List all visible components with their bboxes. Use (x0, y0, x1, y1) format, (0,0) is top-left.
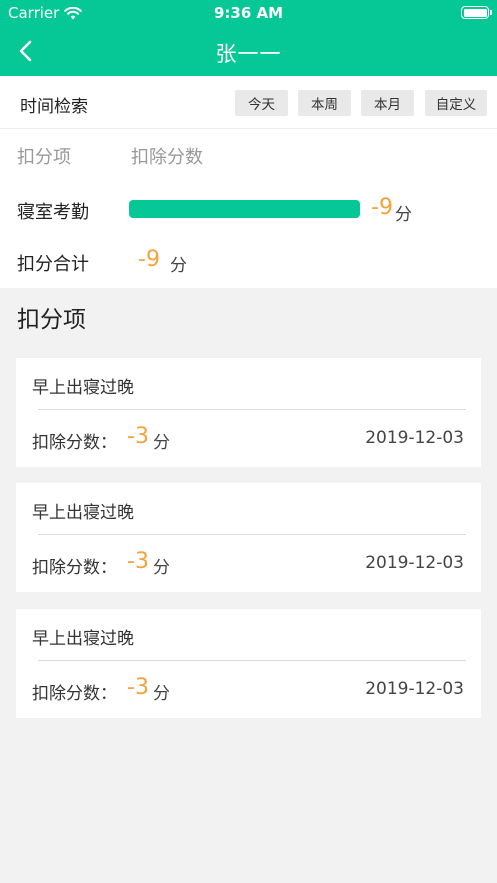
record-deduction-unit: 分 (153, 684, 170, 704)
record-deduction-unit: 分 (153, 558, 170, 578)
deduction-summary: 扣分项 扣除分数 寝室考勤 -9 分 扣分合计 -9 分 (0, 129, 497, 288)
record-deduction-value: -3 (127, 549, 149, 574)
category-label: 寝室考勤 (17, 202, 89, 223)
record-date: 2019-12-03 (365, 553, 464, 573)
deduction-record-card[interactable]: 早上出寝过晚 扣除分数： -3 分 2019-12-03 (16, 483, 481, 592)
deduction-record-card[interactable]: 早上出寝过晚 扣除分数： -3 分 2019-12-03 (16, 609, 481, 718)
filter-week-button[interactable]: 本周 (298, 90, 351, 116)
record-deduction-value: -3 (127, 675, 149, 700)
record-date: 2019-12-03 (365, 679, 464, 699)
record-deduction-unit: 分 (153, 433, 170, 453)
app-header: Carrier 9:36 AM 张一一 (0, 0, 497, 76)
record-title: 早上出寝过晚 (32, 378, 134, 398)
section-title: 扣分项 (17, 307, 86, 333)
wifi-icon (64, 6, 83, 19)
record-deduction-label: 扣除分数： (32, 558, 117, 578)
time-filter-label: 时间检索 (20, 97, 88, 117)
category-progress-bar (129, 200, 360, 218)
total-label: 扣分合计 (17, 254, 89, 275)
filter-custom-button[interactable]: 自定义 (425, 90, 487, 116)
record-divider (38, 534, 466, 535)
chevron-left-icon (19, 40, 32, 62)
total-unit: 分 (170, 256, 187, 276)
filter-today-button[interactable]: 今天 (235, 90, 288, 116)
record-divider (38, 409, 466, 410)
time-filter-bar: 时间检索 今天 本周 本月 自定义 (0, 76, 497, 129)
record-deduction-label: 扣除分数： (32, 684, 117, 704)
carrier-label: Carrier (8, 4, 60, 22)
category-score: -9 (371, 195, 393, 220)
battery-icon (461, 6, 492, 19)
record-title: 早上出寝过晚 (32, 503, 134, 523)
category-unit: 分 (395, 205, 412, 225)
summary-header-item: 扣分项 (17, 147, 71, 168)
record-deduction-label: 扣除分数： (32, 433, 117, 453)
status-bar: Carrier 9:36 AM (0, 0, 497, 26)
record-divider (38, 660, 466, 661)
page-title: 张一一 (215, 42, 282, 66)
record-deduction-value: -3 (127, 424, 149, 449)
back-button[interactable] (14, 38, 38, 64)
filter-month-button[interactable]: 本月 (361, 90, 414, 116)
record-date: 2019-12-03 (365, 428, 464, 448)
record-title: 早上出寝过晚 (32, 629, 134, 649)
carrier-group: Carrier (8, 4, 83, 22)
total-score: -9 (138, 247, 160, 272)
summary-header-points: 扣除分数 (131, 147, 203, 168)
deduction-record-card[interactable]: 早上出寝过晚 扣除分数： -3 分 2019-12-03 (16, 358, 481, 467)
